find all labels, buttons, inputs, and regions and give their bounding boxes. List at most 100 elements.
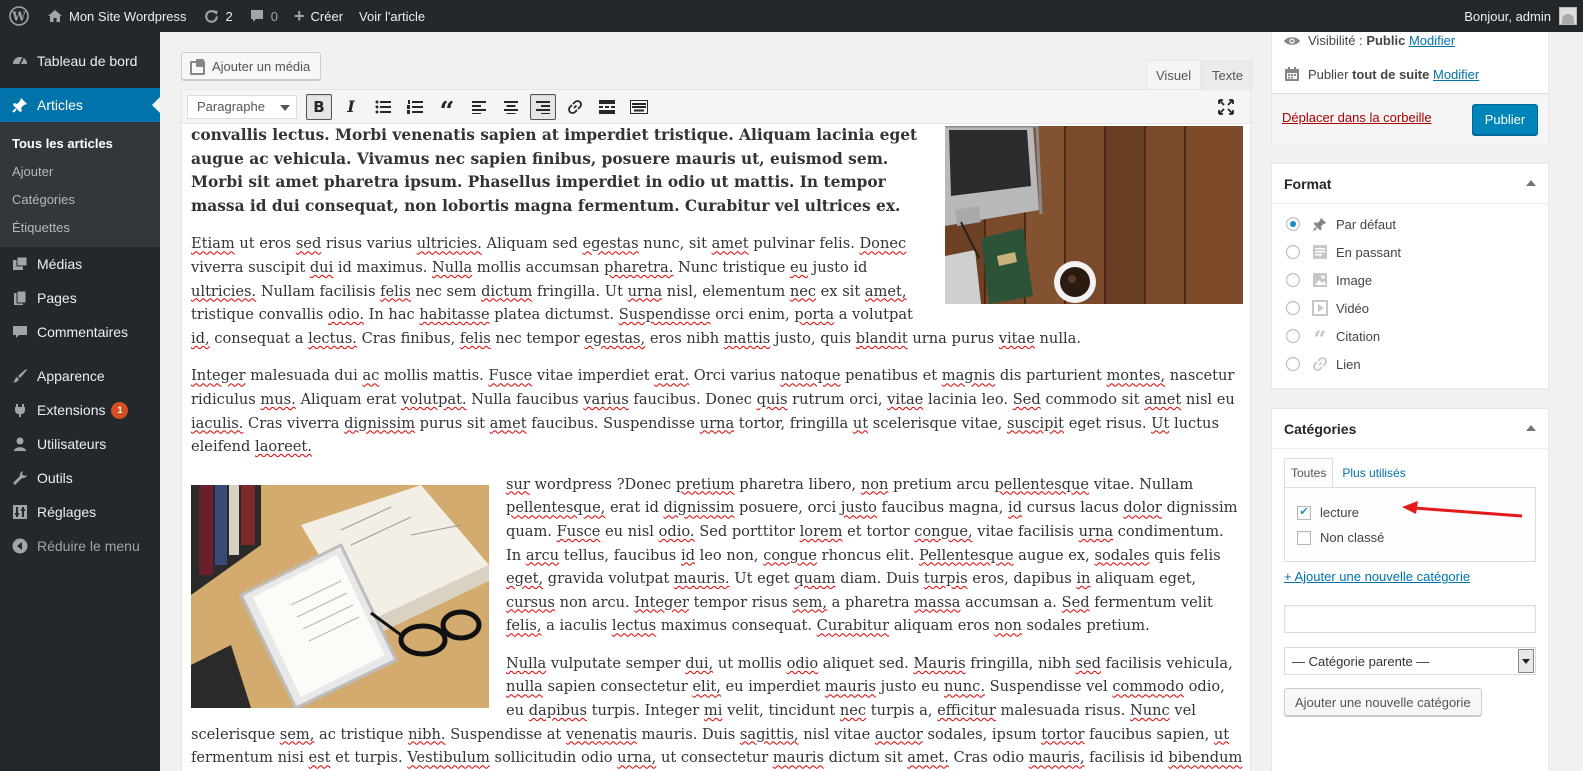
format-label-link: Lien — [1336, 356, 1361, 372]
submenu-all-posts[interactable]: Tous les articles — [0, 129, 160, 157]
menu-label-media: Médias — [37, 256, 83, 272]
format-box-header[interactable]: Format — [1272, 164, 1548, 204]
parent-category-value: — Catégorie parente — — [1292, 653, 1430, 669]
align-left-button[interactable] — [466, 94, 492, 120]
collapse-icon — [10, 536, 30, 556]
tab-text[interactable]: Texte — [1202, 60, 1254, 89]
menu-item-media[interactable]: Médias — [0, 247, 160, 281]
tab-all-categories[interactable]: Toutes — [1284, 458, 1334, 488]
pin-icon — [10, 95, 30, 115]
categories-box-header[interactable]: Catégories — [1272, 409, 1548, 449]
format-radio-image[interactable] — [1286, 273, 1300, 287]
insert-link-button[interactable] — [562, 94, 588, 120]
menu-collapse[interactable]: Réduire le menu — [0, 529, 160, 563]
menu-item-articles[interactable]: Articles — [0, 88, 160, 122]
editor-box: Paragraphe B I “ convallis lectus. Morbi… — [181, 89, 1251, 771]
format-select[interactable]: Paragraphe — [187, 94, 297, 119]
new-category-input[interactable] — [1284, 605, 1536, 633]
my-account[interactable]: Bonjour, admin — [1464, 7, 1583, 25]
align-center-button[interactable] — [498, 94, 524, 120]
chevron-up-icon[interactable] — [1526, 180, 1536, 186]
menu-item-comments[interactable]: Commentaires — [0, 315, 160, 349]
wordpress-logo[interactable]: W — [0, 0, 39, 32]
site-name-link[interactable]: Mon Site Wordpress — [39, 0, 195, 32]
toolbar-toggle-button[interactable] — [626, 94, 652, 120]
menu-label-comments: Commentaires — [37, 324, 129, 340]
add-new-category-button[interactable]: Ajouter une nouvelle catégorie — [1284, 688, 1482, 716]
format-radio-link[interactable] — [1286, 357, 1300, 371]
comment-bubble-icon — [249, 8, 265, 24]
submenu-add-new[interactable]: Ajouter — [0, 157, 160, 185]
category-checkbox-uncategorized[interactable] — [1297, 530, 1311, 545]
admin-bar: W Mon Site Wordpress 2 0 + Créer Voir l'… — [0, 0, 1583, 32]
align-right-button[interactable] — [530, 93, 556, 120]
fullscreen-button[interactable] — [1213, 94, 1239, 120]
pages-icon — [10, 288, 30, 308]
add-new-category-link[interactable]: + Ajouter une nouvelle catégorie — [1284, 569, 1470, 584]
laptop-desk-image[interactable] — [945, 124, 1243, 304]
menu-item-pages[interactable]: Pages — [0, 281, 160, 315]
format-radio-aside[interactable] — [1286, 245, 1300, 259]
quote-icon: “ — [1313, 327, 1327, 353]
tab-visual[interactable]: Visuel — [1146, 60, 1202, 89]
tab-popular-categories[interactable]: Plus utilisés — [1333, 458, 1411, 488]
chevron-up-icon[interactable] — [1526, 425, 1536, 431]
add-media-button[interactable]: Ajouter un média — [181, 52, 322, 80]
format-label-quote: Citation — [1336, 328, 1381, 344]
chevron-down-icon[interactable] — [1518, 649, 1534, 673]
menu-item-appearance[interactable]: Apparence — [0, 359, 160, 393]
menu-label-collapse: Réduire le menu — [37, 538, 140, 554]
link-icon — [568, 99, 582, 114]
submenu-tags[interactable]: Étiquettes — [0, 213, 160, 241]
new-content-link[interactable]: + Créer — [286, 0, 351, 32]
bullet-list-icon — [375, 100, 391, 113]
visibility-edit-link[interactable]: Modifier — [1409, 33, 1455, 48]
format-option-video[interactable]: Vidéo — [1286, 298, 1369, 318]
menu-item-dashboard[interactable]: Tableau de bord — [0, 44, 160, 78]
comments-count: 0 — [270, 8, 278, 24]
bold-button[interactable]: B — [306, 93, 332, 120]
blockquote-button[interactable]: “ — [434, 94, 460, 125]
editor-content[interactable]: convallis lectus. Morbi venenatis sapien… — [191, 124, 1243, 771]
updates-link[interactable]: 2 — [195, 0, 241, 32]
format-option-link[interactable]: Lien — [1286, 354, 1361, 374]
add-media-label: Ajouter un média — [212, 58, 311, 74]
format-option-image[interactable]: Image — [1286, 270, 1372, 290]
format-radio-quote[interactable] — [1286, 329, 1300, 343]
format-box-title: Format — [1284, 175, 1332, 192]
format-radio-standard[interactable] — [1286, 217, 1300, 231]
numbered-list-button[interactable] — [402, 94, 428, 120]
menu-item-tools[interactable]: Outils — [0, 461, 160, 495]
tablet-book-image[interactable] — [191, 484, 489, 710]
tools-icon — [10, 468, 30, 488]
calendar-icon — [1282, 66, 1302, 82]
paragraph-3: Integer malesuada dui ac mollis mattis. … — [191, 367, 1235, 456]
greeting: Bonjour, admin — [1464, 8, 1551, 24]
italic-button[interactable]: I — [338, 94, 364, 120]
format-radio-video[interactable] — [1286, 301, 1300, 315]
move-to-trash-link[interactable]: Déplacer dans la corbeille — [1282, 110, 1432, 125]
read-more-button[interactable] — [594, 94, 620, 120]
format-option-aside[interactable]: En passant — [1286, 242, 1401, 262]
category-checkbox-lecture[interactable]: ✔ — [1297, 505, 1311, 520]
bullet-list-button[interactable] — [370, 94, 396, 120]
category-tabs: Toutes Plus utilisés — [1284, 458, 1412, 488]
view-post-label: Voir l'article — [359, 8, 426, 24]
category-item-uncategorized[interactable]: Non classé — [1297, 530, 1384, 545]
category-item-lecture[interactable]: ✔ lecture — [1297, 505, 1359, 520]
format-option-quote[interactable]: “ Citation — [1286, 326, 1381, 353]
menu-item-settings[interactable]: Réglages — [0, 495, 160, 529]
menu-item-users[interactable]: Utilisateurs — [0, 427, 160, 461]
visibility-value: Public — [1366, 33, 1406, 48]
menu-item-plugins[interactable]: Extensions 1 — [0, 393, 160, 427]
publish-button[interactable]: Publier — [1472, 104, 1538, 135]
comments-link[interactable]: 0 — [241, 0, 286, 32]
editor-toolbar: Paragraphe B I “ — [182, 90, 1250, 125]
format-option-standard[interactable]: Par défaut — [1286, 214, 1396, 234]
align-right-icon — [536, 100, 550, 114]
publish-actions: Déplacer dans la corbeille Publier — [1272, 93, 1548, 144]
publish-date-edit-link[interactable]: Modifier — [1433, 67, 1479, 82]
parent-category-select[interactable]: — Catégorie parente — — [1284, 647, 1536, 675]
view-post-link[interactable]: Voir l'article — [351, 0, 433, 32]
submenu-categories[interactable]: Catégories — [0, 185, 160, 213]
